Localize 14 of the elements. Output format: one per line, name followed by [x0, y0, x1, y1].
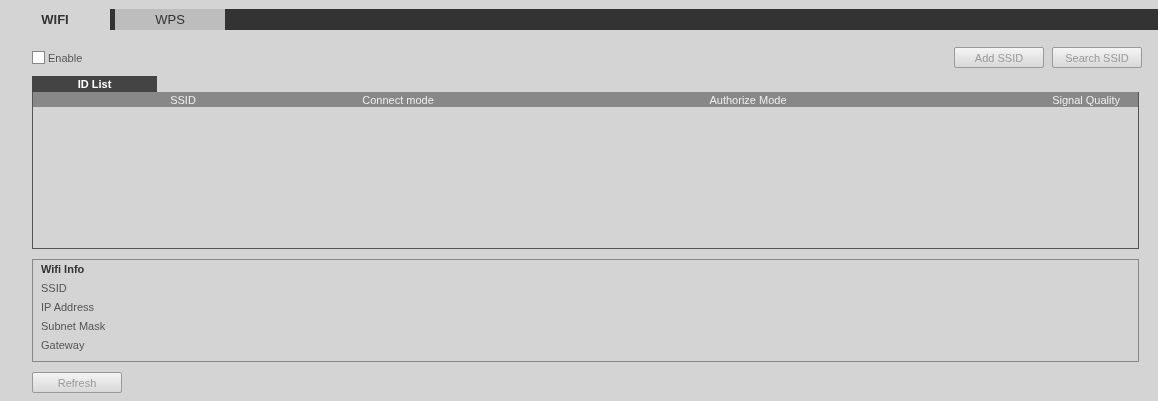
column-header: Authorize Mode [708, 93, 788, 106]
tab[interactable]: WPS [115, 9, 225, 30]
enable-checkbox[interactable] [32, 51, 45, 64]
id-list-tab[interactable]: ID List [32, 76, 157, 92]
info-label: IP Address [41, 301, 95, 313]
tab[interactable]: WIFI [0, 9, 110, 30]
info-label: Gateway [41, 339, 86, 351]
column-header: SSID [169, 93, 197, 106]
wifi-info-title: Wifi Info [41, 263, 86, 275]
column-header: Connect mode [361, 93, 435, 106]
info-label: SSID [41, 282, 68, 294]
enable-label: Enable [48, 51, 83, 64]
info-label: Subnet Mask [41, 320, 107, 332]
column-header: Signal Quality [1051, 93, 1121, 106]
